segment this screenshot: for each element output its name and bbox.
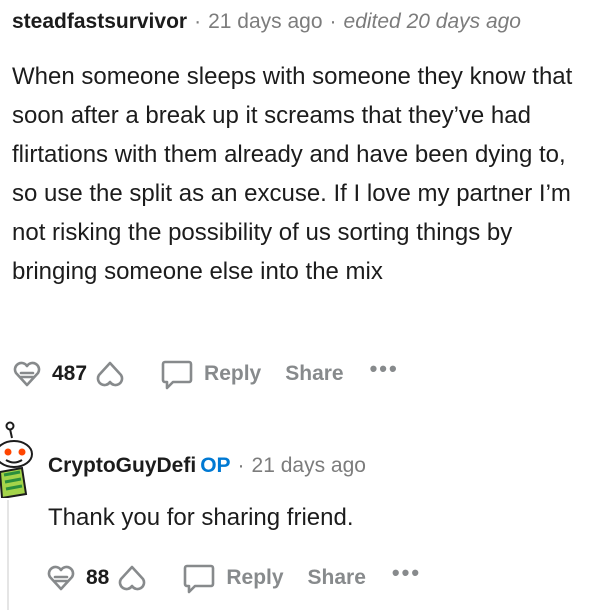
downvote-icon [119,565,146,591]
comment-meta: CryptoGuyDefi OP · 21 days ago [48,454,366,478]
reply-button[interactable]: Reply [159,356,261,392]
reply-label: Reply [226,566,284,589]
more-options-button[interactable]: ••• [392,560,421,586]
share-button[interactable]: Share [285,362,343,386]
reply-button[interactable]: Reply [181,560,284,596]
upvote-button[interactable] [10,357,44,391]
upvote-button[interactable] [44,561,78,595]
avatar[interactable] [0,420,36,500]
op-badge: OP [200,454,231,477]
downvote-button[interactable] [115,561,149,595]
comment-author[interactable]: CryptoGuyDefi [48,454,196,477]
comment-body: Thank you for sharing friend. [48,504,354,531]
comment-body: When someone sleeps with someone they kn… [12,63,573,285]
snoo-avatar-icon [0,421,33,500]
reply-label: Reply [204,362,262,385]
upvote-icon [13,361,41,387]
meta-separator: · [237,454,245,477]
more-options-button[interactable]: ••• [370,356,399,382]
downvote-icon [96,361,124,387]
comment-bubble-icon [181,560,217,596]
comment-author[interactable]: steadfastsurvivor [12,10,187,33]
comment-actions: 88 Reply Share ••• [44,558,421,598]
share-button[interactable]: Share [308,566,366,590]
meta-separator: · [329,10,337,33]
meta-separator: · [194,10,202,33]
thread-line[interactable] [7,500,9,610]
upvote-icon [47,565,75,591]
comment-timestamp[interactable]: 21 days ago [252,454,366,477]
comment-actions: 487 Reply Share ••• [10,354,399,394]
comment-timestamp[interactable]: 21 days ago [208,10,322,33]
edited-timestamp: edited 20 days ago [343,10,521,33]
vote-score: 88 [86,566,110,589]
comment-meta: steadfastsurvivor · 21 days ago · edited 20 … [12,10,521,34]
downvote-button[interactable] [93,357,127,391]
comment-bubble-icon [159,356,195,392]
vote-score: 487 [52,362,88,385]
